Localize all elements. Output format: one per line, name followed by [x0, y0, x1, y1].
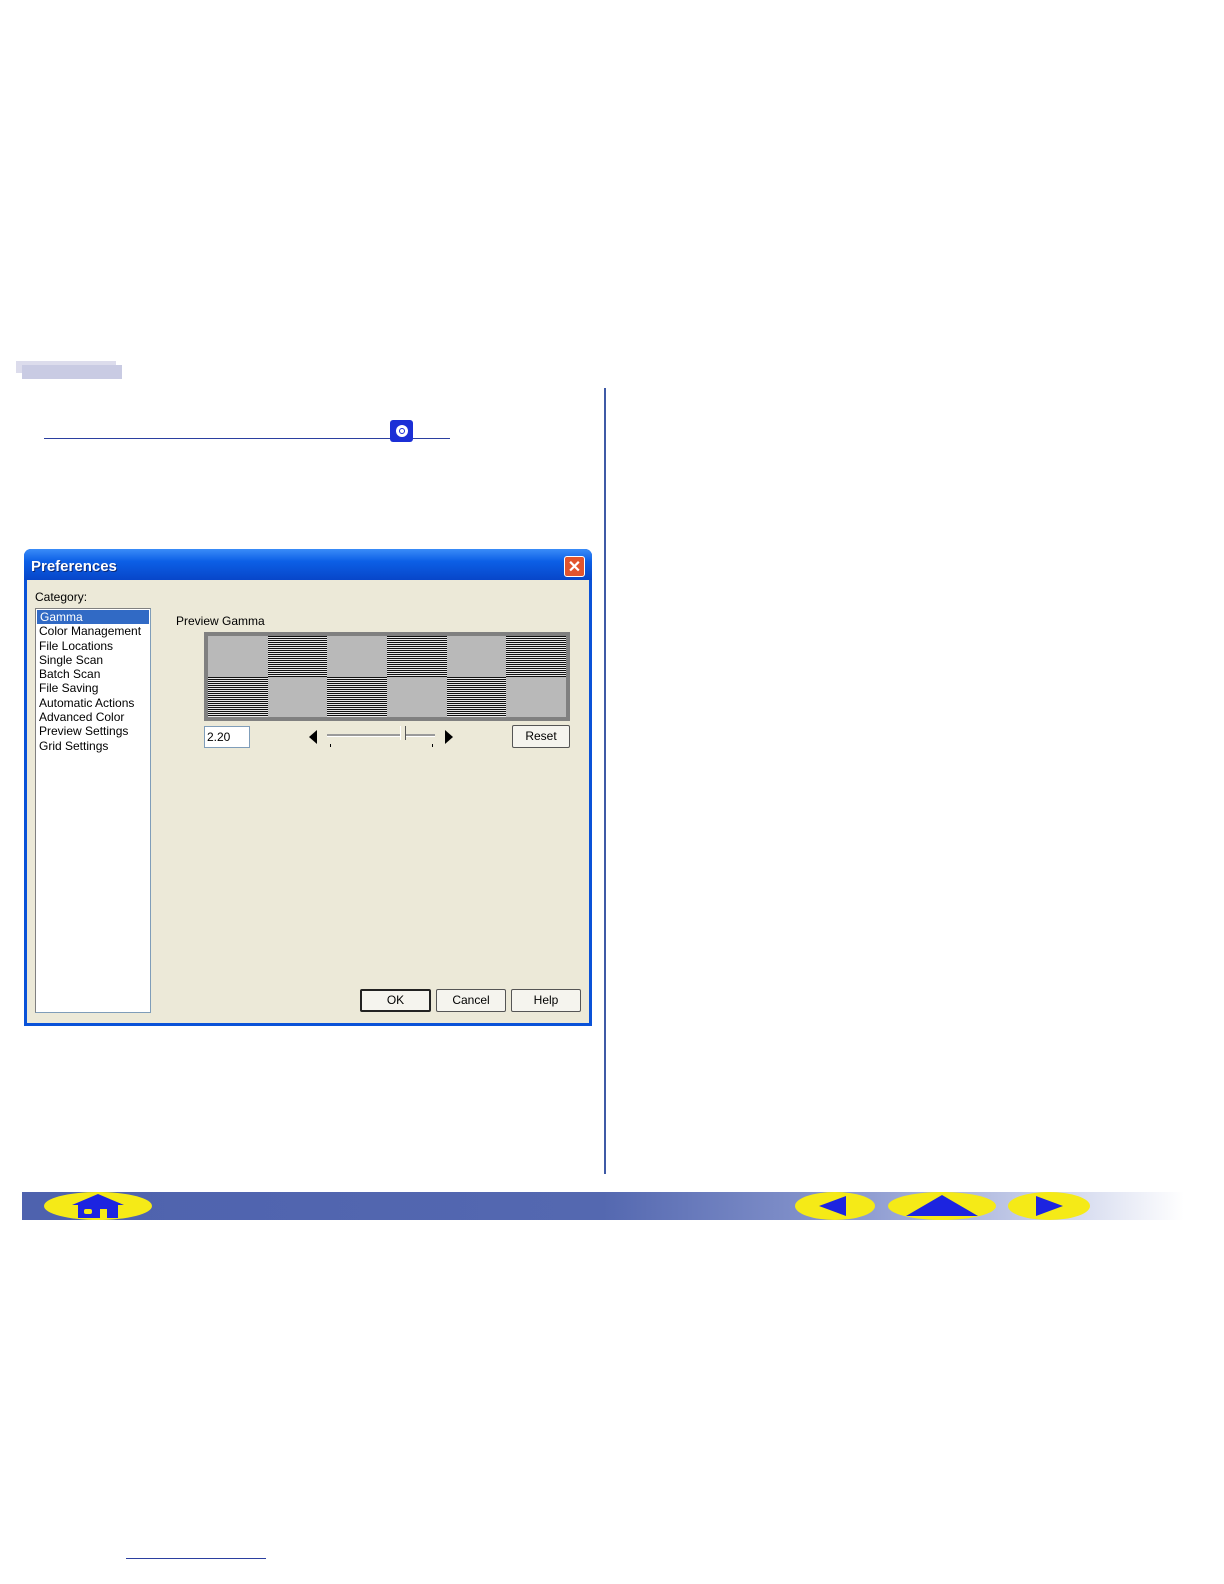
gamma-pattern-cell: [208, 636, 268, 677]
previous-page-icon: [819, 1196, 846, 1216]
category-item[interactable]: Preview Settings: [36, 724, 150, 738]
gamma-slider-track[interactable]: [327, 734, 435, 737]
gamma-slider-thumb[interactable]: [399, 726, 406, 740]
home-icon: [72, 1194, 124, 1218]
next-page-icon: [1036, 1196, 1063, 1216]
category-item[interactable]: Single Scan: [36, 653, 150, 667]
column-divider: [604, 388, 606, 1174]
gamma-pattern-cell: [446, 636, 507, 677]
category-item[interactable]: Automatic Actions: [36, 696, 150, 710]
gamma-pattern-cell: [446, 676, 507, 717]
help-button[interactable]: Help: [511, 989, 581, 1012]
dialog-titlebar[interactable]: Preferences ✕: [24, 549, 592, 580]
home-button[interactable]: [44, 1192, 152, 1220]
gamma-value-input[interactable]: 2.20: [204, 726, 250, 748]
gamma-pattern-cell: [506, 676, 566, 717]
gamma-pattern-cell: [387, 676, 447, 717]
category-label: Category:: [35, 590, 88, 604]
gamma-pattern-cell: [208, 676, 268, 717]
cancel-button[interactable]: Cancel: [436, 989, 506, 1012]
slider-right-arrow-icon[interactable]: [445, 730, 453, 744]
dialog-client-area: Category: Gamma Color Management File Loca…: [27, 580, 589, 1023]
gamma-test-pattern: [204, 632, 570, 721]
category-item[interactable]: Color Management: [36, 624, 150, 638]
header-tab-decoration-2: [22, 365, 122, 379]
category-item[interactable]: File Locations: [36, 639, 150, 653]
gamma-pattern-cell: [267, 636, 328, 677]
slider-tick: [432, 744, 433, 747]
cd-rom-icon: [390, 420, 413, 442]
reset-button[interactable]: Reset: [512, 725, 570, 748]
up-page-icon: [906, 1195, 978, 1216]
gamma-pattern-cell: [387, 636, 447, 677]
ok-button[interactable]: OK: [360, 989, 431, 1012]
category-item[interactable]: File Saving: [36, 681, 150, 695]
category-item[interactable]: Advanced Color: [36, 710, 150, 724]
close-button[interactable]: ✕: [564, 556, 585, 577]
category-item[interactable]: Batch Scan: [36, 667, 150, 681]
gamma-pattern-cell: [506, 636, 566, 677]
category-item[interactable]: Grid Settings: [36, 739, 150, 753]
slider-tick: [330, 744, 331, 747]
close-icon: ✕: [567, 558, 582, 576]
gamma-pattern-cell: [327, 636, 387, 677]
preferences-dialog: Preferences ✕ Category: Gamma Color Manag…: [24, 549, 592, 1026]
category-item[interactable]: Gamma: [37, 610, 149, 625]
up-page-button[interactable]: [888, 1192, 996, 1220]
gamma-pattern-cell: [267, 676, 328, 717]
gamma-pattern-cell: [327, 676, 387, 717]
next-page-button[interactable]: [1008, 1192, 1090, 1220]
preview-gamma-label: Preview Gamma: [176, 614, 265, 628]
slider-left-arrow-icon[interactable]: [309, 730, 317, 744]
category-list[interactable]: Gamma Color Management File Locations Singl…: [35, 608, 151, 1013]
footnote-rule: [126, 1558, 266, 1559]
dialog-title: Preferences: [31, 558, 117, 575]
previous-page-button[interactable]: [795, 1192, 875, 1220]
